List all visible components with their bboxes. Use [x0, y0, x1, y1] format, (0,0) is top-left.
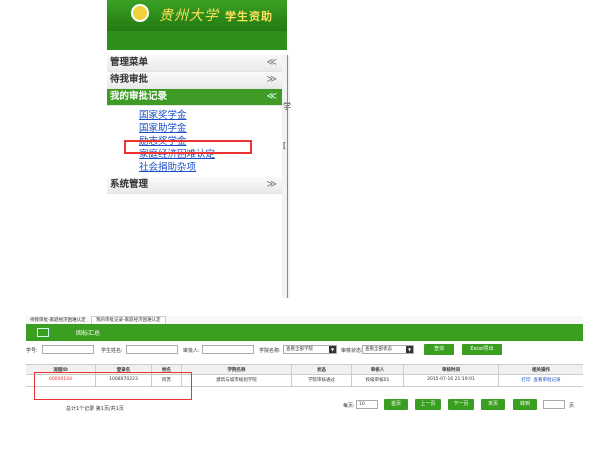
- first-page-button[interactable]: 首页: [384, 399, 408, 410]
- view-records-link[interactable]: 查看审批记录: [534, 377, 561, 383]
- sidebar-item-pending[interactable]: 待我审批 ≫: [107, 72, 285, 89]
- chevron-down-icon: ≫: [266, 74, 277, 85]
- section-header: 困标汇总: [26, 324, 583, 341]
- student-no-label: 学号:: [26, 348, 38, 354]
- cell-status: 学院审核通过: [292, 373, 352, 386]
- chevron-down-icon: ≫: [266, 179, 277, 190]
- next-page-button[interactable]: 下一页: [448, 399, 474, 410]
- nav-bar: [107, 31, 287, 50]
- cell-actions: 打印 查看审批记录: [499, 373, 583, 386]
- system-name: 学生资助: [225, 10, 273, 23]
- goto-page-input[interactable]: [543, 400, 565, 409]
- chevron-up-icon: ≪: [266, 91, 277, 102]
- record-summary: 总计1个记录 第1页/共1页: [66, 406, 124, 412]
- page-suffix: 页: [569, 403, 575, 409]
- cell-time: 2015-07-16 21:19:01: [404, 373, 499, 386]
- per-page-input[interactable]: 10: [356, 400, 378, 409]
- sidebar-menu: 管理菜单 ≪ 待我审批 ≫ 我的审批记录 ≪ 国家奖学金 国家助学金 励志奖学金…: [107, 55, 285, 194]
- collapse-icon[interactable]: ≪: [267, 55, 277, 71]
- college-label: 学院名称:: [259, 348, 281, 354]
- dropdown-arrow-icon: ▼: [406, 346, 413, 353]
- filter-bar: 学号: 学生姓名: 审批人: 学院名称: 查看全部学院 ▼ 审核状态: 查看全部…: [26, 344, 583, 356]
- sidebar-item-system-management[interactable]: 系统管理 ≫: [107, 177, 285, 194]
- content-panel-edge: [282, 55, 290, 298]
- college-select[interactable]: 查看全部学院 ▼: [283, 345, 337, 354]
- panel-divider: [287, 55, 288, 298]
- pager: 总计1个记录 第1页/共1页 每页: 10 首页 上一页 下一页 末页 转到 页: [26, 399, 583, 412]
- print-link[interactable]: 打印: [522, 377, 531, 383]
- cell-reviewer: 校级审核01: [352, 373, 404, 386]
- menu-title: 管理菜单 ≪: [107, 55, 285, 72]
- grid-icon: [37, 328, 49, 337]
- highlight-box: [34, 372, 192, 400]
- approver-input[interactable]: [202, 345, 254, 354]
- student-no-input[interactable]: [42, 345, 94, 354]
- panel-bracket-fragment: [: [283, 141, 287, 150]
- highlight-box: [124, 140, 252, 154]
- dropdown-arrow-icon: ▼: [329, 346, 336, 353]
- app-header: 贵州大学 学生资助: [107, 0, 287, 31]
- status-label: 审核状态:: [341, 348, 363, 354]
- status-select[interactable]: 查看全部状态 ▼: [362, 345, 414, 354]
- university-name: 贵州大学: [159, 8, 219, 24]
- last-page-button[interactable]: 末页: [481, 399, 505, 410]
- submenu-social-donation[interactable]: 社会捐助杂项: [107, 161, 285, 174]
- student-name-label: 学生姓名:: [101, 348, 123, 354]
- sidebar-item-my-records[interactable]: 我的审批记录 ≪: [107, 89, 285, 106]
- per-page-label: 每页:: [343, 403, 355, 409]
- prev-page-button[interactable]: 上一页: [415, 399, 441, 410]
- cell-college: 建筑与城市规划学院: [182, 373, 292, 386]
- submenu-national-scholarship[interactable]: 国家奖学金: [107, 109, 285, 122]
- student-name-input[interactable]: [126, 345, 178, 354]
- university-logo-icon: [131, 4, 149, 22]
- excel-export-button[interactable]: Excel导出: [462, 344, 502, 355]
- query-button[interactable]: 查询: [424, 344, 454, 355]
- submenu-national-grant[interactable]: 国家助学金: [107, 122, 285, 135]
- goto-button[interactable]: 转到: [513, 399, 537, 410]
- section-label: 困标汇总: [76, 330, 101, 337]
- approver-label: 审批人:: [183, 348, 200, 354]
